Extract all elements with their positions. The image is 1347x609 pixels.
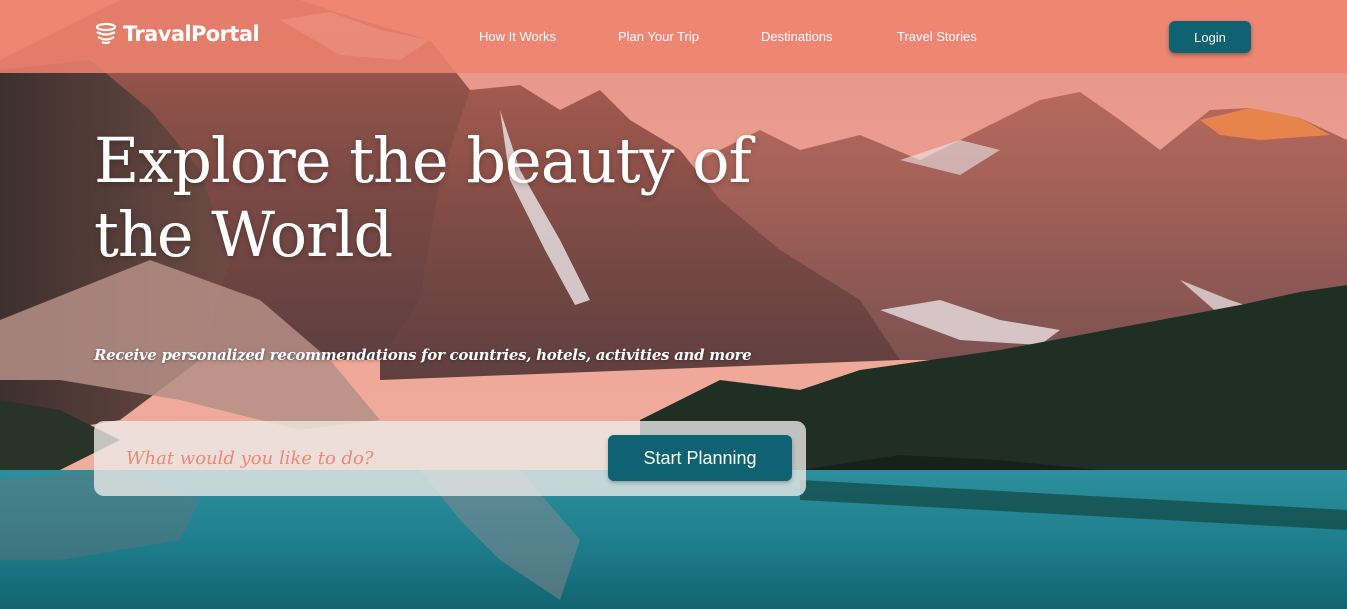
login-button[interactable]: Login [1169,21,1251,53]
trip-search-panel: Start Planning [94,421,806,496]
nav-link-travel-stories[interactable]: Travel Stories [897,29,977,44]
hero-background-image [0,0,1347,609]
nav-link-how-it-works[interactable]: How It Works [479,29,556,44]
nav-link-plan-your-trip[interactable]: Plan Your Trip [618,29,699,44]
nav-link-destinations[interactable]: Destinations [761,29,833,44]
globe-stack-icon [95,22,117,45]
top-nav-bar: TravalPortal How It Works Plan Your Trip… [0,0,1347,73]
hero-subtitle: Receive personalized recommendations for… [94,346,752,364]
brand-logo[interactable]: TravalPortal [94,22,260,46]
start-planning-button[interactable]: Start Planning [608,435,792,481]
trip-search-input[interactable] [116,441,606,475]
brand-name: TravalPortal [123,22,260,46]
hero-title: Explore the beauty of the World [94,124,752,271]
